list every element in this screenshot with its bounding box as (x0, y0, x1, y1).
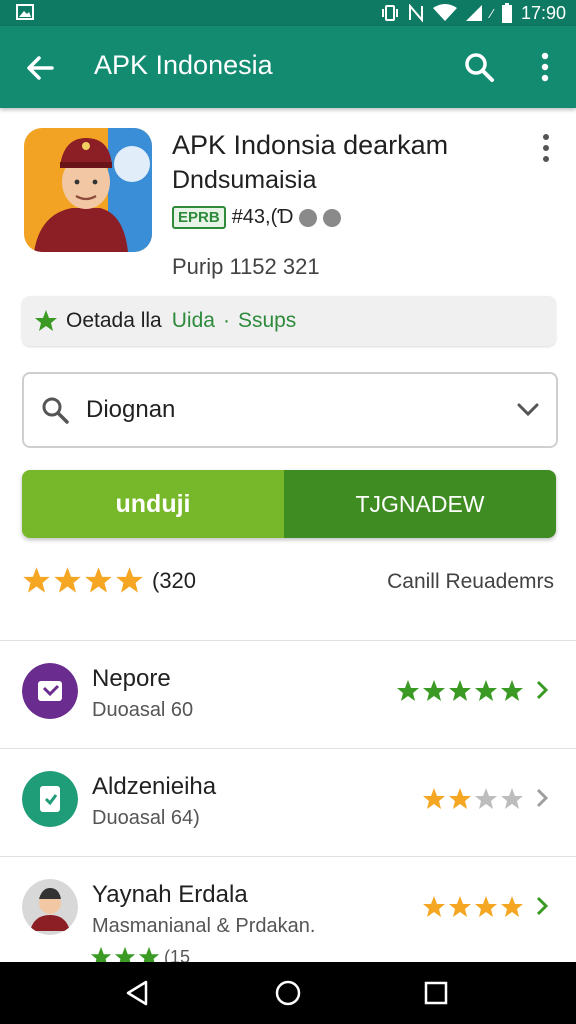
image-icon (16, 4, 34, 20)
avatar-icon (22, 879, 78, 935)
search-icon[interactable] (462, 50, 496, 84)
app-bar: APK Indonesia (0, 26, 576, 108)
app-name: APK Indonsia dearkam (172, 130, 449, 160)
star-icon (54, 567, 81, 593)
no-sim-icon (408, 4, 423, 22)
star-icon (35, 310, 57, 331)
back-nav-icon[interactable] (122, 978, 152, 1008)
rating-count: (320 (152, 567, 197, 593)
star-icon (423, 680, 445, 701)
star-icon (449, 788, 471, 809)
install-count: Purip 1152 321 (172, 254, 320, 279)
banner-text: Oetada lla (66, 309, 162, 332)
arrow-left-icon[interactable] (22, 50, 58, 86)
download-button[interactable]: unduji (22, 470, 284, 538)
star-icon (85, 567, 112, 593)
content-badge: EPRB (172, 206, 226, 229)
status-time: 17:90 (520, 2, 566, 23)
list-item-title: Yaynah Erdala (92, 881, 248, 908)
battery-icon (501, 3, 512, 23)
star-icon (501, 896, 523, 917)
action-buttons: unduji TJGNADEW (22, 470, 556, 538)
app-icon (22, 771, 78, 827)
star-icon (449, 680, 471, 701)
chevron-right-icon (536, 896, 549, 916)
navigation-bar (0, 962, 576, 1024)
circle-icon (299, 208, 318, 227)
app-bar-title: APK Indonesia (94, 50, 273, 80)
list-item-title: Aldzenieiha (92, 773, 217, 800)
list-item[interactable]: Nepore Duoasal 60 (0, 640, 576, 748)
star-icon (475, 788, 497, 809)
chevron-right-icon (536, 680, 549, 700)
list-item[interactable]: Yaynah Erdala Masmanianal & Prdakan. (0, 856, 576, 964)
signal-icon (465, 5, 482, 21)
recents-nav-icon[interactable] (421, 978, 451, 1008)
chevron-down-icon (517, 403, 539, 417)
more-vert-icon[interactable] (534, 132, 558, 164)
banner-link: Uida (171, 309, 215, 332)
star-icon (501, 788, 523, 809)
editors-choice-banner[interactable]: Oetada lla Uida · Ssups (22, 296, 556, 346)
dropdown-value: Diognan (86, 396, 176, 423)
list-item-stars (396, 679, 524, 703)
rating-summary: (320 (22, 566, 196, 595)
search-dropdown[interactable]: Diognan (22, 372, 558, 448)
search-icon (42, 397, 69, 424)
signal-strength-label: ⁄ (490, 5, 493, 21)
list-item-subtitle: Duoasal 60 (92, 699, 194, 721)
circle-icon (323, 208, 342, 227)
star-icon (501, 680, 523, 701)
wifi-icon (432, 4, 457, 21)
star-icon (116, 567, 143, 593)
list-item-subtitle: Duoasal 64) (92, 807, 200, 829)
app-icon (22, 663, 78, 719)
badge-text: #43,(Ɗ (231, 206, 294, 228)
list-item-subtitle: Masmanianal & Prdakan. (92, 915, 316, 937)
status-right: ⁄ 17:90 (381, 2, 566, 24)
rating-stars (22, 566, 144, 595)
badge-row: EPRB #43,(Ɗ (172, 206, 342, 229)
more-vert-icon[interactable] (530, 50, 560, 84)
star-icon (475, 680, 497, 701)
chevron-right-icon (536, 788, 549, 808)
developer-name[interactable]: Dndsumaisia (172, 166, 317, 195)
star-icon (423, 896, 445, 917)
status-bar: ⁄ 17:90 (0, 0, 576, 26)
list-item-stars (422, 895, 524, 919)
vibrate-icon (381, 5, 398, 21)
banner-link-2: Ssups (237, 309, 297, 332)
banner-separator: · (222, 309, 230, 332)
star-icon (423, 788, 445, 809)
home-nav-icon[interactable] (273, 978, 303, 1008)
list-item-stars (422, 787, 524, 811)
app-icon (24, 128, 152, 252)
reviews-link[interactable]: Canill Reuademrs (387, 570, 554, 594)
star-icon (449, 896, 471, 917)
secondary-button[interactable]: TJGNADEW (284, 470, 556, 538)
list-item-title: Nepore (92, 665, 171, 692)
star-icon (475, 896, 497, 917)
list-item[interactable]: Aldzenieiha Duoasal 64) (0, 748, 576, 856)
star-icon (23, 567, 50, 593)
star-icon (397, 680, 419, 701)
